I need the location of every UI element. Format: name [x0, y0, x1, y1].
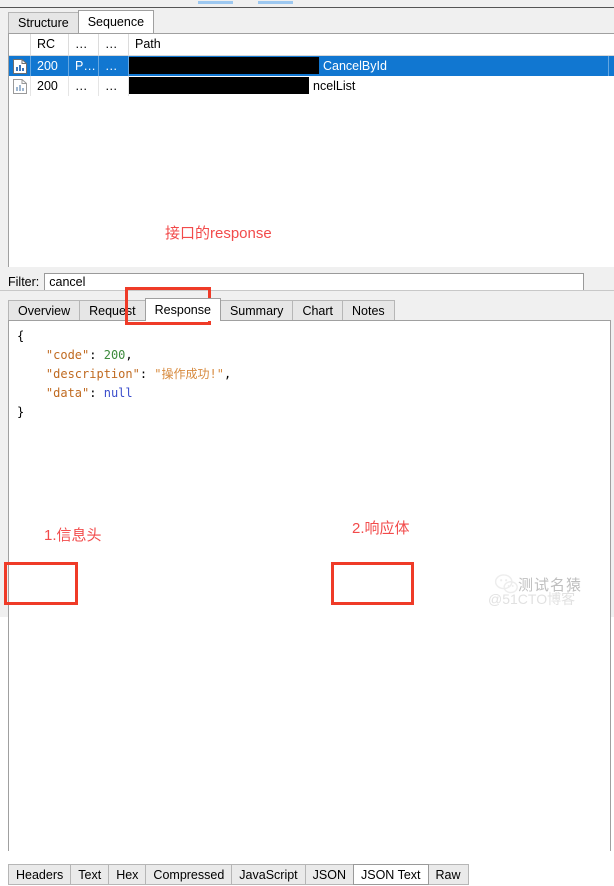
json-comma: ,	[223, 367, 232, 381]
response-format-tabstrip: Headers Text Hex Compressed JavaScript J…	[8, 864, 469, 885]
tab-request[interactable]: Request	[79, 300, 146, 321]
row-response-code: 200	[31, 56, 69, 76]
tab-javascript[interactable]: JavaScript	[231, 864, 306, 885]
tab-chart[interactable]: Chart	[292, 300, 344, 321]
filter-input[interactable]	[44, 272, 585, 292]
json-value-data: null	[103, 386, 133, 400]
session-grid-header: RC … … Path	[9, 34, 614, 56]
json-key-code: "code"	[45, 348, 90, 362]
row-host: …	[99, 56, 129, 76]
tab-structure[interactable]: Structure	[8, 12, 79, 33]
tab-raw[interactable]: Raw	[427, 864, 469, 885]
session-grid: RC … … Path 200 P… … CancelById 200 … … …	[8, 33, 614, 267]
row-protocol: …	[69, 76, 99, 96]
table-row[interactable]: 200 P… … CancelById	[9, 56, 614, 76]
document-chart-icon	[9, 76, 31, 96]
row-response-code: 200	[31, 76, 69, 96]
json-key-description: "description"	[45, 367, 140, 381]
json-key-data: "data"	[45, 386, 90, 400]
highlight-bar-1	[198, 1, 233, 4]
table-row[interactable]: 200 … … ncelList	[9, 76, 614, 96]
redaction-bar	[129, 77, 309, 94]
annotation-response-note: 接口的response	[165, 225, 272, 242]
tab-headers[interactable]: Headers	[8, 864, 72, 885]
column-header-icon[interactable]	[9, 34, 31, 55]
json-sep: :	[139, 367, 155, 381]
row-path: ncelList	[129, 76, 609, 96]
tab-hex[interactable]: Hex	[108, 864, 147, 885]
row-path-suffix: ncelList	[313, 79, 356, 93]
column-header-protocol[interactable]: …	[69, 34, 99, 55]
row-path-suffix: CancelById	[323, 59, 387, 73]
inspector-tabstrip: Overview Request Response Summary Chart …	[8, 298, 395, 321]
response-body-viewer[interactable]: { "code": 200, "description": "操作成功!", "…	[8, 320, 611, 851]
tab-json-text[interactable]: JSON Text	[353, 864, 429, 885]
json-value-code: 200	[103, 348, 126, 362]
redaction-bar	[129, 57, 319, 74]
tab-json[interactable]: JSON	[304, 864, 354, 885]
tab-overview[interactable]: Overview	[8, 300, 81, 321]
session-list-panel: Structure Sequence RC … … Path 200 P… … …	[0, 8, 614, 292]
filter-label: Filter:	[8, 275, 40, 289]
json-text-content: { "code": 200, "description": "操作成功!", "…	[9, 321, 610, 428]
row-host: …	[99, 76, 129, 96]
json-open-brace: {	[17, 329, 25, 343]
json-comma: ,	[125, 348, 133, 362]
json-sep: :	[89, 348, 104, 362]
column-header-path[interactable]: Path	[129, 34, 609, 55]
json-close-brace: }	[17, 405, 25, 419]
row-path: CancelById	[129, 56, 609, 76]
annotation-note-one: 1.信息头	[44, 527, 102, 544]
column-header-host[interactable]: …	[99, 34, 129, 55]
highlight-bar-2	[258, 1, 293, 4]
annotation-note-two: 2.响应体	[352, 520, 410, 537]
tab-text[interactable]: Text	[70, 864, 110, 885]
json-value-description: "操作成功!"	[154, 367, 224, 381]
tab-compressed[interactable]: Compressed	[145, 864, 233, 885]
row-protocol: P…	[69, 56, 99, 76]
tab-response[interactable]: Response	[144, 298, 221, 321]
tab-notes[interactable]: Notes	[342, 300, 395, 321]
tab-sequence[interactable]: Sequence	[77, 10, 155, 33]
inspector-panel: Overview Request Response Summary Chart …	[0, 296, 614, 885]
tab-summary[interactable]: Summary	[219, 300, 294, 321]
document-chart-icon	[9, 56, 31, 76]
column-header-rc[interactable]: RC	[31, 34, 69, 55]
session-tabstrip: Structure Sequence	[8, 10, 155, 33]
json-sep: :	[89, 386, 104, 400]
